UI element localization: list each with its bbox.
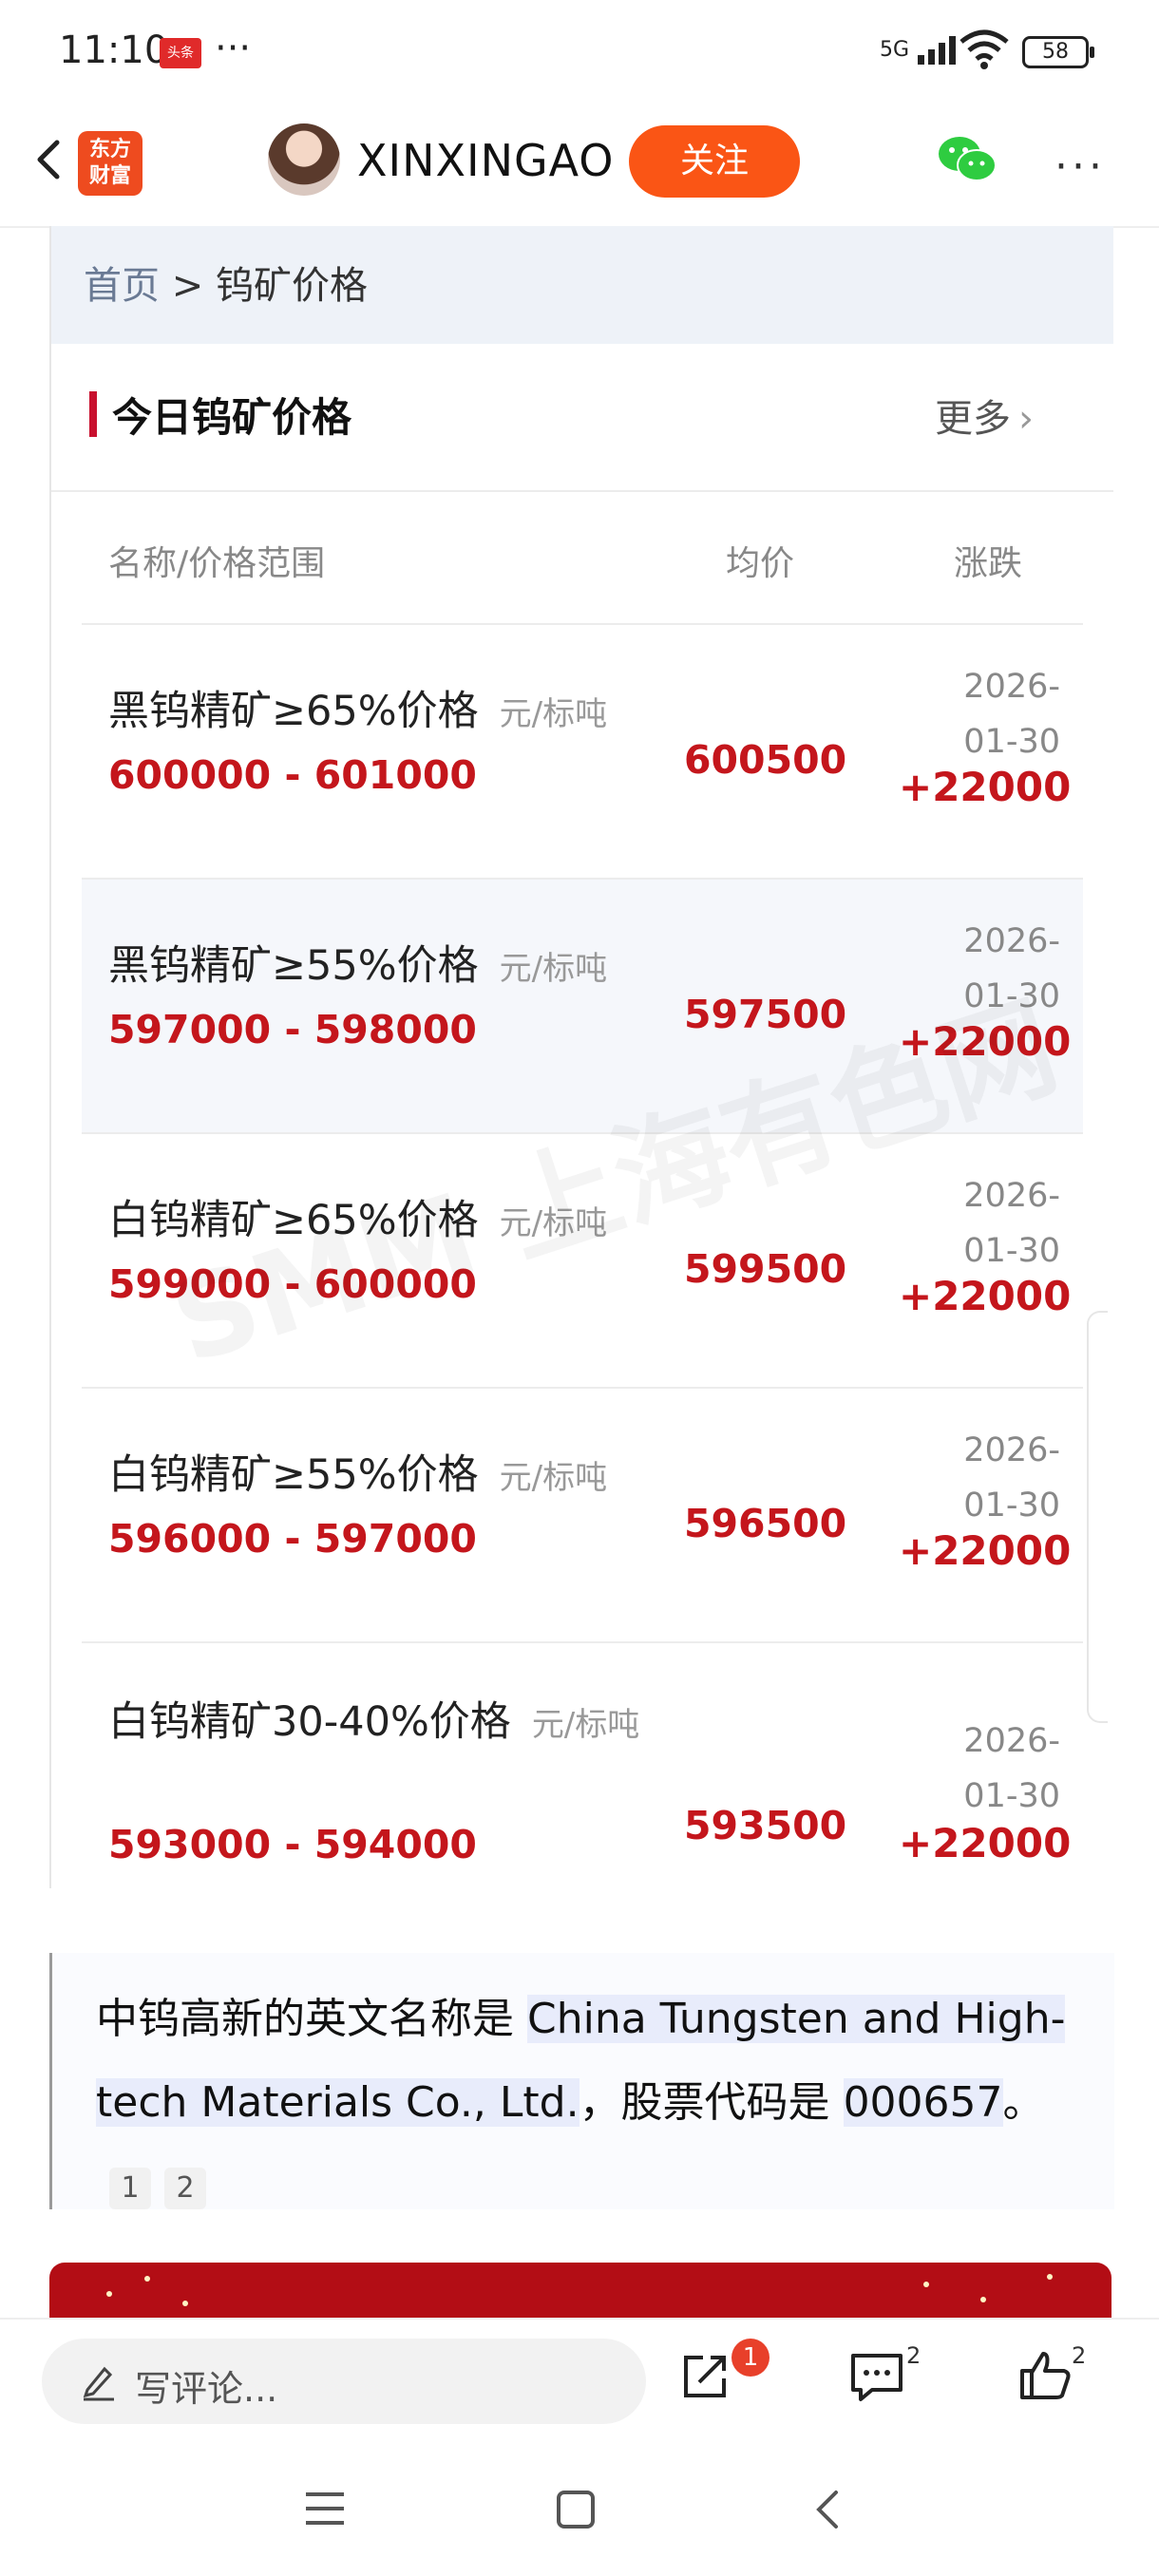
product-name: 黑钨精矿≥55%价格 [108,942,479,990]
like-count: 2 [1072,2342,1087,2369]
average-price: 600500 [684,737,847,783]
festive-banner[interactable] [49,2263,1112,2320]
unit: 元/标吨 [499,950,608,988]
more-options-icon[interactable]: ··· [1054,142,1106,191]
quote-text: 中钨高新的英文名称是 China Tungsten and High-tech … [96,1978,1084,2228]
comment-icon[interactable] [847,2348,906,2405]
product-name: 白钨精矿≥55%价格 [108,1451,479,1499]
firework-spark [182,2301,188,2306]
price-change: +22000 [899,1273,1072,1319]
row-name: 白钨精矿30-40%价格 元/标吨 [108,1687,640,1760]
breadcrumb-separator: > [160,264,216,308]
menu-icon[interactable] [302,2489,348,2529]
price-range: 600000 - 601000 [108,752,477,798]
ai-answer-quote: 中钨高新的英文名称是 China Tungsten and High-tech … [49,1953,1114,2209]
header-change: 涨跌 [954,544,1023,583]
breadcrumb: 首页 > 钨矿价格 [84,255,368,310]
price-date: 2026-01-30 [963,1722,1060,1815]
system-nav-bar [0,2441,1159,2576]
battery-icon: 58 [1022,36,1094,68]
unit: 元/标吨 [499,695,608,733]
breadcrumb-bar: 首页 > 钨矿价格 [51,226,1113,344]
comment-bar: 写评论... 1 2 2 [0,2318,1159,2443]
price-row[interactable]: 白钨精矿30-40%价格 元/标吨 593000 - 594000 593500 … [82,1643,1083,1894]
price-change: +22000 [899,1820,1072,1866]
quote-suffix: 。 [1002,2078,1045,2127]
price-range: 597000 - 598000 [108,1007,477,1052]
price-range: 596000 - 597000 [108,1516,477,1562]
average-price: 596500 [684,1501,847,1546]
toutiao-app-icon: 头条 [160,38,201,68]
signal-bars-icon [918,36,957,65]
more-link[interactable]: 更多 › [935,388,1034,443]
average-price: 599500 [684,1246,847,1292]
thumbs-up-icon[interactable] [1016,2346,1074,2403]
article-header: 东方 财富 XINXINGAO 关注 ··· [0,104,1159,228]
row-name: 白钨精矿≥55%价格 元/标吨 [108,1442,607,1501]
nav-back-icon[interactable] [809,2487,847,2532]
network-type: 5G [880,38,910,62]
price-date: 2026-01-30 [963,668,1060,761]
author-avatar[interactable] [268,123,340,196]
firework-spark [980,2297,986,2302]
pencil-icon [83,2366,114,2401]
comment-placeholder: 写评论... [135,2368,278,2410]
price-change: +22000 [899,764,1072,810]
header-name: 名称/价格范围 [108,544,326,583]
status-more-icon: ··· [215,27,252,70]
quote-middle: ，股票代码是 [579,2078,844,2127]
reference-2[interactable]: 2 [164,2168,206,2209]
row-name: 黑钨精矿≥55%价格 元/标吨 [108,933,607,992]
more-link-label: 更多 [935,397,1011,441]
unit: 元/标吨 [499,1459,608,1497]
quote-prefix: 中钨高新的英文名称是 [96,1995,527,2043]
product-name: 黑钨精矿≥65%价格 [108,688,479,735]
floating-side-tab[interactable] [1087,1311,1108,1723]
comment-input[interactable]: 写评论... [42,2339,646,2424]
stock-code: 000657 [843,2078,1003,2127]
signal-icon: 5G [880,34,963,66]
logo-line1: 东方 [88,138,131,161]
row-name: 黑钨精矿≥65%价格 元/标吨 [108,678,607,737]
price-row[interactable]: 白钨精矿≥55%价格 元/标吨 596000 - 597000 596500 20… [82,1389,1083,1643]
header-average: 均价 [726,544,795,583]
section-title: 今日钨矿价格 [89,386,352,444]
price-table-header: 名称/价格范围 均价 涨跌 [82,492,1083,625]
price-range: 593000 - 594000 [108,1822,477,1867]
logo-line2: 财富 [88,164,131,188]
average-price: 593500 [684,1803,847,1848]
share-icon[interactable] [676,2348,733,2405]
follow-button[interactable]: 关注 [629,125,800,198]
firework-spark [144,2276,150,2282]
firework-spark [923,2282,929,2287]
status-time: 11:10 [59,28,169,72]
breadcrumb-current: 钨矿价格 [215,264,368,308]
firework-spark [106,2291,112,2297]
wifi-icon [960,29,1009,69]
back-arrow-icon[interactable] [23,131,80,188]
price-row[interactable]: 黑钨精矿≥65%价格 元/标吨 600000 - 601000 600500 20… [82,625,1083,880]
product-name: 白钨精矿30-40%价格 [108,1698,511,1746]
price-date: 2026-01-30 [963,1177,1060,1270]
eastmoney-logo[interactable]: 东方 财富 [78,131,142,196]
unit: 元/标吨 [531,1706,640,1744]
wechat-share-icon[interactable] [937,133,998,186]
comment-count: 2 [906,2342,922,2369]
status-bar: 11:10 头条 ··· 5G 58 [0,0,1159,104]
author-name[interactable]: XINXINGAO [357,135,615,186]
reference-1[interactable]: 1 [109,2168,151,2209]
chevron-right-icon: › [1018,397,1034,441]
share-badge: 1 [732,2339,770,2377]
home-square-icon[interactable] [555,2489,597,2530]
firework-spark [1047,2274,1053,2280]
price-date: 2026-01-30 [963,1431,1060,1525]
breadcrumb-home-link[interactable]: 首页 [84,264,160,308]
price-change: +22000 [899,1527,1072,1574]
